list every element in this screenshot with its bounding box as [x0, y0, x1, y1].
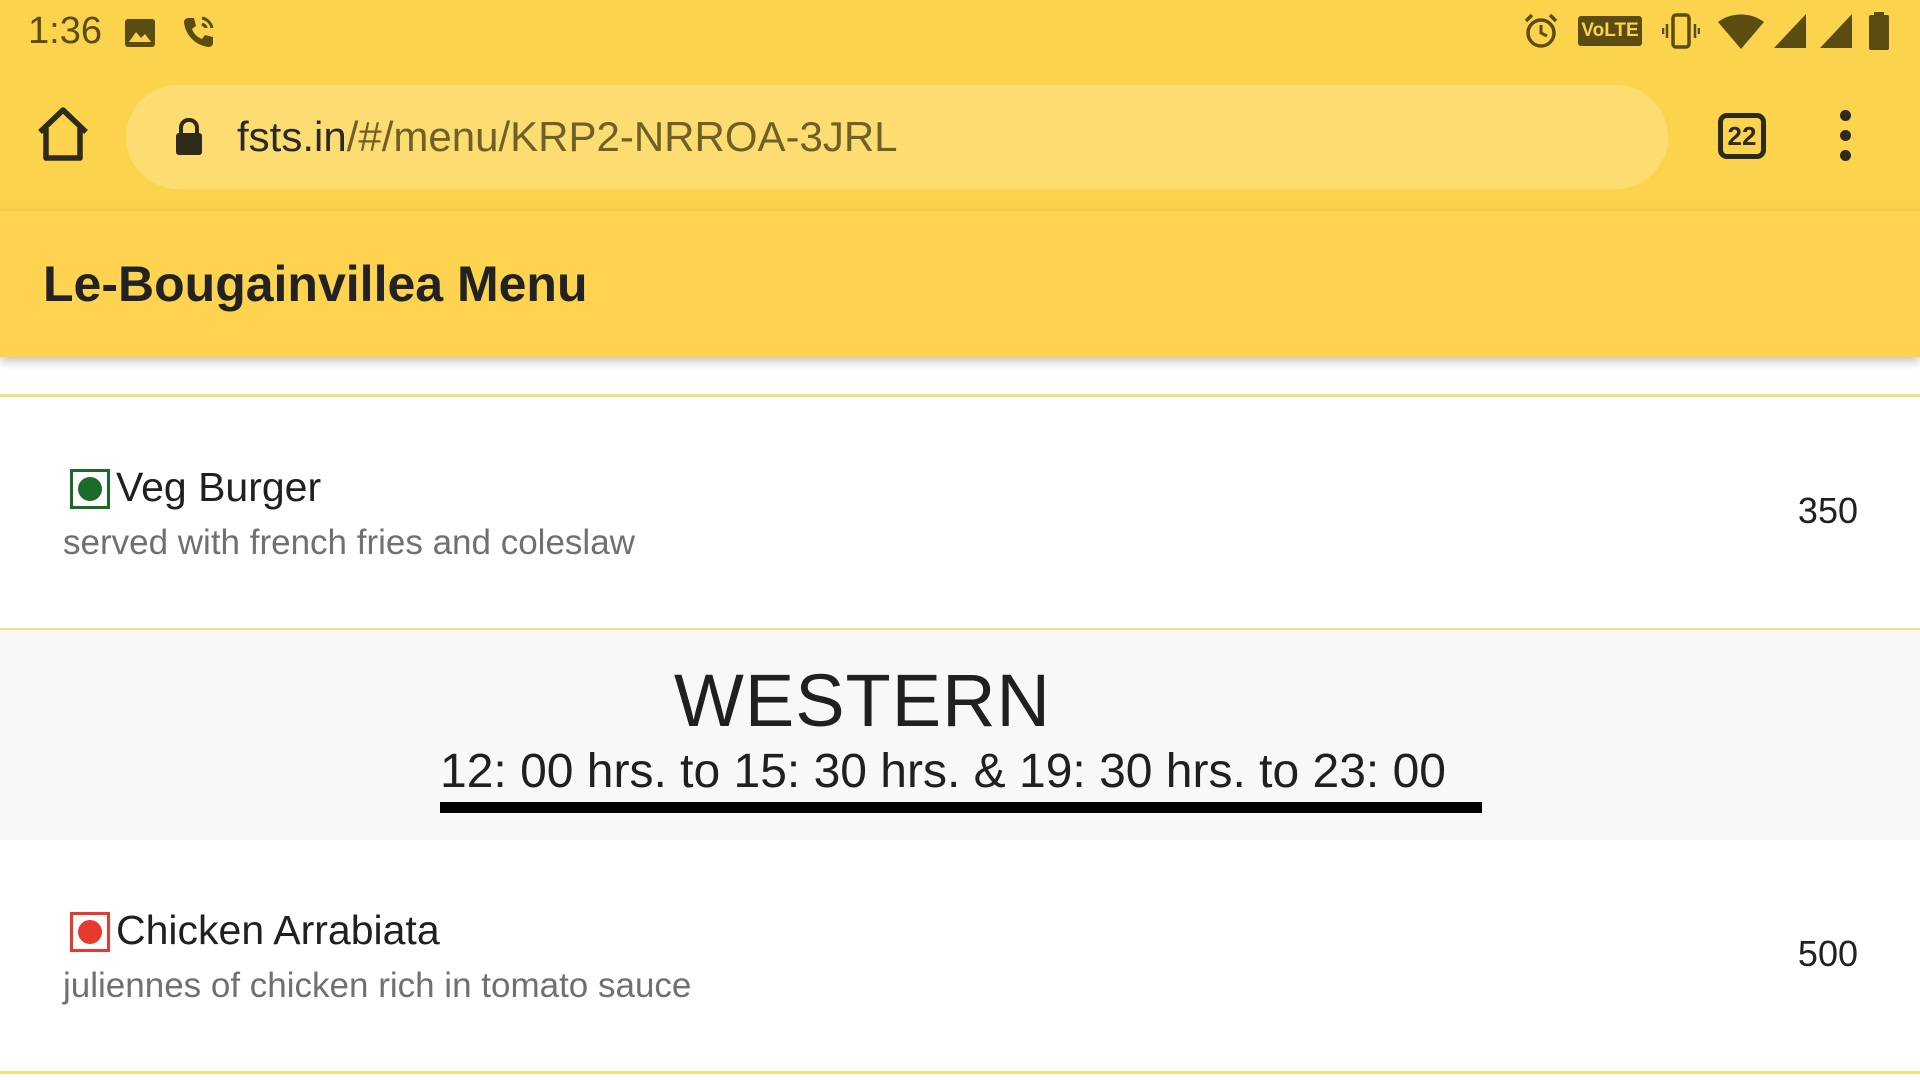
volte-label: VoLTE — [1581, 20, 1639, 41]
menu-item[interactable]: Veg Burger served with french fries and … — [0, 397, 1920, 629]
alarm-icon — [1524, 13, 1558, 48]
phone-call-icon — [184, 16, 214, 47]
signal-icon — [1820, 14, 1852, 48]
section-header: WESTERN 12: 00 hrs. to 15: 30 hrs. & 19:… — [0, 630, 1920, 840]
non-veg-indicator-icon — [70, 912, 110, 952]
tab-switcher-button[interactable]: 22 — [1718, 113, 1766, 159]
image-icon — [125, 19, 155, 47]
item-price: 500 — [1797, 933, 1858, 974]
page-title: Le-Bougainvillea Menu — [43, 256, 588, 312]
item-name: Chicken Arrabiata — [116, 907, 440, 953]
url-host: fsts.in — [237, 113, 347, 160]
divider — [0, 1071, 1920, 1074]
item-description: served with french fries and coleslaw — [63, 523, 635, 562]
tab-count: 22 — [1727, 120, 1757, 151]
battery-icon — [1869, 12, 1889, 50]
url-text[interactable]: fsts.in/#/menu/KRP2-NRROA-3JRL — [237, 111, 898, 163]
volte-icon: VoLTE — [1578, 16, 1642, 46]
item-name: Veg Burger — [116, 464, 322, 510]
status-time: 1:36 — [28, 10, 102, 52]
section-underline — [440, 802, 1482, 813]
veg-indicator-icon — [70, 469, 110, 509]
browser-toolbar: fsts.in/#/menu/KRP2-NRROA-3JRL 22 — [0, 64, 1920, 211]
overflow-menu-icon[interactable] — [1830, 110, 1862, 162]
signal-icon — [1774, 14, 1806, 48]
home-icon[interactable] — [34, 104, 92, 164]
url-path: /#/menu/KRP2-NRROA-3JRL — [346, 113, 898, 160]
status-bar: 1:36 VoLTE — [0, 0, 1920, 64]
lock-icon[interactable] — [174, 117, 204, 157]
vibrate-icon — [1662, 13, 1700, 49]
item-description: juliennes of chicken rich in tomato sauc… — [63, 966, 692, 1005]
wifi-icon — [1718, 14, 1764, 49]
menu-item[interactable]: Chicken Arrabiata juliennes of chicken r… — [0, 840, 1920, 1071]
item-price: 350 — [1797, 490, 1858, 531]
section-hours: 12: 00 hrs. to 15: 30 hrs. & 19: 30 hrs.… — [440, 745, 1446, 798]
address-bar[interactable]: fsts.in/#/menu/KRP2-NRROA-3JRL — [126, 85, 1668, 189]
section-title: WESTERN — [674, 659, 1051, 742]
app-bar: Le-Bougainvillea Menu — [0, 211, 1920, 357]
